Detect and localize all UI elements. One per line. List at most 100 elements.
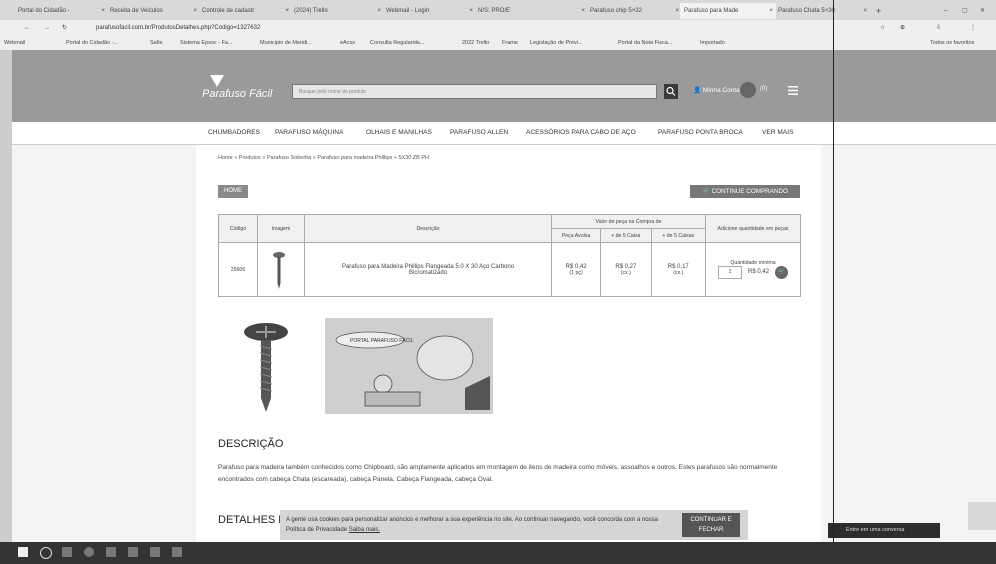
browser-tab[interactable]: Receita de Veiculos × xyxy=(106,3,200,19)
bookmark[interactable]: Safie xyxy=(150,36,163,50)
nav-item[interactable]: ACESSÓRIOS PARA CABO DE AÇO xyxy=(526,129,636,136)
browser-tab-bar: Portal do Cidadão - × Receita de Veiculos… xyxy=(0,0,996,20)
windows-start-icon[interactable] xyxy=(18,547,28,557)
taskbar-app-icon[interactable] xyxy=(128,547,138,557)
bookmark[interactable]: Portal do Cidadão -... xyxy=(66,36,118,50)
browser-tab[interactable]: N/S: PRO/E × xyxy=(474,3,588,19)
account-link[interactable]: 👤 Minha Conta xyxy=(693,86,740,94)
col-header-price-2: + de 5 Caixa xyxy=(600,228,652,243)
chat-widget[interactable]: Entre em uma conversa xyxy=(828,523,940,538)
nav-item[interactable]: PARAFUSO MÁQUINA xyxy=(275,129,343,136)
taskbar-search-icon[interactable] xyxy=(40,547,52,559)
browser-taskbar-icon[interactable] xyxy=(84,547,94,557)
bookmark[interactable]: Portal da Nota Fisca... xyxy=(618,36,672,50)
url-field[interactable]: parafusofacil.com.br/ProdutosDetalhes.ph… xyxy=(96,20,260,36)
nav-item[interactable]: PARAFUSO ALLEN xyxy=(450,129,508,136)
price-1-unit: (1 pç) xyxy=(569,269,583,276)
price-2-cell: R$ 0,27 (cx.) xyxy=(600,242,652,297)
tab-title: (2024) Trello xyxy=(294,8,328,14)
taskbar-app-icon[interactable] xyxy=(172,547,182,557)
extensions-icon[interactable]: ⊕ xyxy=(900,20,905,36)
quantity-input[interactable]: 1 xyxy=(718,266,743,280)
minimize-icon[interactable]: – xyxy=(940,3,956,19)
account-label: Minha Conta xyxy=(702,87,740,94)
col-header-code: Código xyxy=(218,214,258,243)
search-icon xyxy=(666,86,676,96)
bookmark[interactable]: Importado xyxy=(700,36,725,50)
breadcrumb-item-current: 5X30 ZB PH xyxy=(398,155,430,161)
maximize-icon[interactable]: ▢ xyxy=(958,3,974,19)
recaptcha-badge xyxy=(968,502,996,530)
profile-icon[interactable]: ⋮ xyxy=(970,20,976,36)
bookmark[interactable]: Municipio de Meridi... xyxy=(260,36,312,50)
bookmark[interactable]: 2022 Trello xyxy=(462,36,489,50)
col-header-price-3: + de 5 Caixas xyxy=(650,228,707,243)
browser-tab-active[interactable]: Parafuso para Made × xyxy=(680,3,776,19)
continue-shopping-label: CONTINUE COMPRANDO xyxy=(711,188,788,195)
cookie-message: A gente usa cookies para personalizar an… xyxy=(286,517,658,533)
task-view-icon[interactable] xyxy=(62,547,72,557)
forward-icon[interactable]: → xyxy=(44,20,50,36)
nav-item[interactable]: PARAFUSO PONTA BROCA xyxy=(658,129,743,136)
continue-shopping-button[interactable]: 🛒 CONTINUE COMPRANDO xyxy=(690,185,800,198)
cookie-accept-button[interactable]: CONTINUAR E FECHAR xyxy=(682,513,740,537)
price-2-unit: (cx.) xyxy=(620,269,631,276)
price-3-cell: R$ 0,17 (cx.) xyxy=(650,242,707,297)
menu-icon[interactable] xyxy=(788,86,798,95)
add-to-cart-cell: Quantidade mínima 1 R$ 0,42 🛒 xyxy=(705,242,801,297)
cartoon-caption: PORTAL PARAFUSO FÁCIL xyxy=(350,338,414,344)
product-description[interactable]: Parafuso para Madeira Phillips Flangeada… xyxy=(304,242,552,297)
price-3-unit: (cx.) xyxy=(673,269,684,276)
user-icon: 👤 xyxy=(693,87,702,94)
qty-label: Quantidade mínima xyxy=(730,259,776,266)
product-table: Código Imagem Descrição Valor de peça na… xyxy=(218,214,801,297)
home-button[interactable]: HOME xyxy=(218,185,248,198)
description-title: DESCRIÇÃO xyxy=(218,438,284,450)
bookmark[interactable]: Webmail xyxy=(4,36,25,50)
browser-tab[interactable]: Controle de cadastr × xyxy=(198,3,292,19)
browser-tab[interactable]: Parafuso chip 5×32 × xyxy=(586,3,682,19)
bookmark[interactable]: eAcss xyxy=(340,36,355,50)
category-nav: CHUMBADORES PARAFUSO MÁQUINA OLHAIS E MA… xyxy=(0,122,996,145)
nav-item[interactable]: CHUMBADORES xyxy=(208,129,260,136)
tab-title: Webmail - Login xyxy=(386,8,430,14)
add-to-cart-button[interactable]: 🛒 xyxy=(774,265,788,279)
new-tab-icon[interactable]: + xyxy=(872,3,890,19)
download-icon[interactable]: ⇩ xyxy=(936,20,941,36)
search-input[interactable]: Busque pelo nome do produto xyxy=(292,84,657,99)
tab-title: Parafuso chip 5×32 xyxy=(590,8,642,14)
breadcrumb-item[interactable]: Parafuso para madeira Phillips xyxy=(317,155,392,161)
bookmark[interactable]: Legislação de Previ... xyxy=(530,36,583,50)
bookmark-all[interactable]: Todos os favoritos xyxy=(930,36,974,50)
browser-tab[interactable]: (2024) Trello × xyxy=(290,3,384,19)
browser-tab[interactable]: Webmail - Login × xyxy=(382,3,476,19)
privacy-link[interactable]: Saiba mais. xyxy=(349,527,380,533)
table-row: 25606 Parafuso para Madeira Phillips Fla… xyxy=(218,242,801,297)
star-icon[interactable]: ☆ xyxy=(880,20,885,36)
back-icon[interactable]: ← xyxy=(24,20,30,36)
cookie-banner: A gente usa cookies para personalizar an… xyxy=(280,510,748,540)
breadcrumb-item[interactable]: Parafuso Soberba xyxy=(267,155,311,161)
search-button[interactable] xyxy=(664,84,678,99)
bookmark[interactable]: Sistema Epsoc - Fa... xyxy=(180,36,233,50)
nav-item[interactable]: VER MAIS xyxy=(762,129,794,136)
site-logo[interactable]: Parafuso Fácil xyxy=(202,88,272,100)
breadcrumb-item[interactable]: Produtos xyxy=(239,155,261,161)
col-header-description: Descrição xyxy=(304,214,552,243)
cart-small-icon: 🛒 xyxy=(702,188,710,195)
bookmark[interactable]: Consulta Regularida... xyxy=(370,36,424,50)
reload-icon[interactable]: ↻ xyxy=(62,20,67,36)
taskbar-app-icon[interactable] xyxy=(150,547,160,557)
breadcrumb-item[interactable]: Home xyxy=(218,155,233,161)
cart-icon[interactable] xyxy=(740,82,756,98)
quantity-price: R$ 0,42 xyxy=(747,269,769,276)
close-window-icon[interactable]: ✕ xyxy=(976,3,992,19)
tab-title: Parafuso para Made xyxy=(684,8,739,14)
bookmark[interactable]: Frame xyxy=(502,36,518,50)
product-thumbnail[interactable] xyxy=(272,251,286,291)
nav-item[interactable]: OLHAIS E MANILHAS xyxy=(366,129,432,136)
browser-tab[interactable]: Portal do Cidadão - × xyxy=(14,3,108,19)
product-image xyxy=(244,323,288,412)
browser-tab[interactable]: Parafuso Chata 5×30 × xyxy=(774,3,870,19)
file-explorer-icon[interactable] xyxy=(106,547,116,557)
